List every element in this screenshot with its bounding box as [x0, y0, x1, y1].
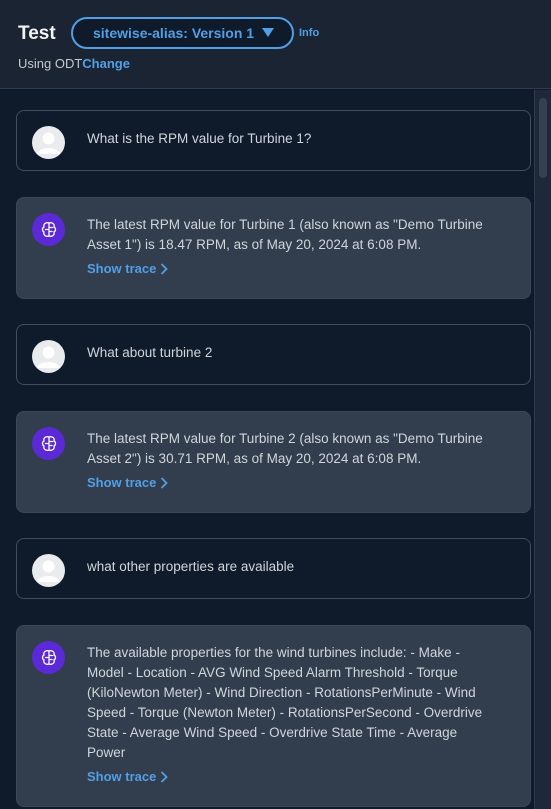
- assistant-message: The available properties for the wind tu…: [16, 625, 531, 807]
- show-trace-label: Show trace: [87, 475, 157, 490]
- change-link[interactable]: Change: [82, 56, 130, 71]
- chevron-right-icon: [161, 476, 169, 489]
- info-link[interactable]: Info: [299, 27, 319, 39]
- assistant-message: The latest RPM value for Turbine 2 (also…: [16, 411, 531, 513]
- message-text: The latest RPM value for Turbine 1 (also…: [87, 217, 483, 252]
- show-trace-label: Show trace: [87, 261, 157, 276]
- assistant-message: The latest RPM value for Turbine 1 (also…: [16, 197, 531, 299]
- message-text: The latest RPM value for Turbine 2 (also…: [87, 431, 483, 466]
- user-message: What about turbine 2: [16, 324, 531, 385]
- user-message: What is the RPM value for Turbine 1?: [16, 110, 531, 171]
- alias-version-select[interactable]: sitewise-alias: Version 1: [71, 17, 294, 49]
- using-text: Using ODT: [18, 56, 83, 71]
- panel-title: Test: [18, 23, 56, 44]
- show-trace-link[interactable]: Show trace: [87, 475, 169, 490]
- alias-select-value: sitewise-alias: Version 1: [93, 25, 255, 41]
- message-text: what other properties are available: [87, 559, 295, 574]
- user-icon: [32, 340, 65, 373]
- brain-icon: [32, 641, 65, 674]
- brain-icon: [32, 213, 65, 246]
- scrollbar-track[interactable]: [534, 90, 551, 809]
- using-row: Using ODT Change: [18, 56, 130, 71]
- user-icon: [32, 554, 65, 587]
- show-trace-link[interactable]: Show trace: [87, 769, 169, 784]
- chevron-right-icon: [161, 262, 169, 275]
- chat-history[interactable]: What is the RPM value for Turbine 1? The…: [0, 90, 534, 809]
- test-panel: Test sitewise-alias: Version 1 Info Usin…: [0, 0, 551, 809]
- panel-header: Test sitewise-alias: Version 1 Info Usin…: [0, 0, 551, 89]
- brain-icon: [32, 427, 65, 460]
- user-message: what other properties are available: [16, 538, 531, 599]
- scrollbar-thumb[interactable]: [539, 98, 547, 178]
- show-trace-link[interactable]: Show trace: [87, 261, 169, 276]
- chevron-right-icon: [161, 770, 169, 783]
- user-icon: [32, 126, 65, 159]
- message-text: What about turbine 2: [87, 345, 213, 360]
- show-trace-label: Show trace: [87, 769, 157, 784]
- caret-down-icon: [262, 28, 274, 37]
- message-text: What is the RPM value for Turbine 1?: [87, 131, 312, 146]
- message-text: The available properties for the wind tu…: [87, 645, 483, 760]
